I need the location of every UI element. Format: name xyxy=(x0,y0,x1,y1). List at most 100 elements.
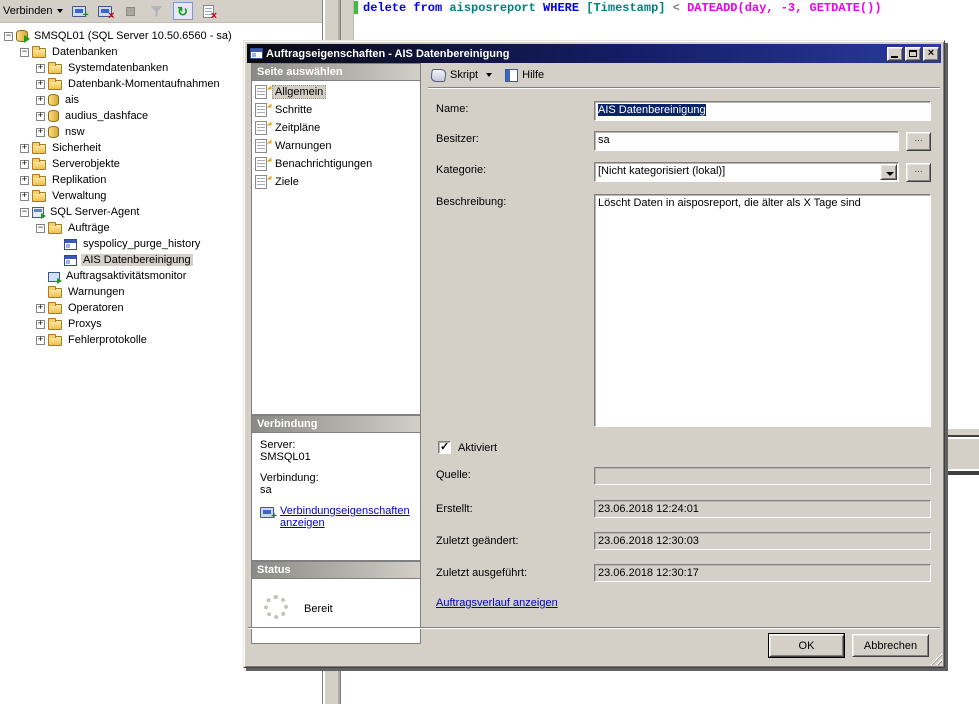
editor-horizontal-splitter-2[interactable] xyxy=(945,439,979,470)
job-history-link[interactable]: Auftragsverlauf anzeigen xyxy=(436,597,558,609)
script-dropdown-icon xyxy=(486,73,492,77)
stop-button[interactable] xyxy=(121,2,141,20)
page-item-ziele[interactable]: Ziele xyxy=(252,173,420,191)
expand-icon[interactable]: + xyxy=(20,160,29,169)
filter-button[interactable] xyxy=(147,2,167,20)
collapse-icon[interactable]: − xyxy=(4,32,13,41)
name-label: Name: xyxy=(436,103,468,115)
expand-icon[interactable]: + xyxy=(36,112,45,121)
tree-item-label: SQL Server-Agent xyxy=(48,206,141,218)
category-select[interactable]: [Nicht kategorisiert (lokal)] xyxy=(594,162,899,182)
folder-icon xyxy=(32,192,46,202)
executed-label: Zuletzt ausgeführt: xyxy=(436,567,527,579)
editor-horizontal-splitter[interactable] xyxy=(945,428,979,437)
expand-icon[interactable]: + xyxy=(20,192,29,201)
expand-icon[interactable]: + xyxy=(36,128,45,137)
owner-label: Besitzer: xyxy=(436,133,479,145)
expand-icon[interactable]: + xyxy=(36,320,45,329)
filter-icon xyxy=(150,6,163,17)
page-item-warnungen[interactable]: Warnungen xyxy=(252,137,420,155)
expand-icon[interactable]: + xyxy=(36,80,45,89)
modified-field: 23.06.2018 12:30:03 xyxy=(594,532,931,550)
connect-server-button[interactable] xyxy=(69,2,89,20)
expand-icon[interactable]: + xyxy=(20,176,29,185)
name-input[interactable]: AIS Datenbereinigung xyxy=(594,101,931,121)
enabled-label: Aktiviert xyxy=(458,442,497,454)
category-label: Kategorie: xyxy=(436,164,486,176)
owner-input[interactable]: sa xyxy=(594,131,899,151)
page-item-label: Warnungen xyxy=(272,139,334,153)
expand-icon[interactable]: + xyxy=(20,144,29,153)
tree-item-label: Proxys xyxy=(66,318,104,330)
enabled-checkbox[interactable] xyxy=(438,441,451,454)
tree-item-label: Operatoren xyxy=(66,302,126,314)
ok-button[interactable]: OK xyxy=(769,634,844,657)
pages-header-label: Seite auswählen xyxy=(257,66,343,78)
page-icon xyxy=(255,175,267,189)
owner-browse-button[interactable]: ... xyxy=(906,132,931,151)
tree-item-label: AIS Datenbereinigung xyxy=(81,254,193,266)
folder-icon xyxy=(48,64,62,74)
executed-field: 23.06.2018 12:30:17 xyxy=(594,564,931,582)
minimize-icon xyxy=(891,56,898,58)
help-icon xyxy=(505,69,518,82)
page-item-schritte[interactable]: Schritte xyxy=(252,101,420,119)
connection-properties-icon xyxy=(260,507,274,518)
tree-item-label: Datenbank-Momentaufnahmen xyxy=(66,78,222,90)
connection-properties-link[interactable]: Verbindungseigenschaften anzeigen xyxy=(280,505,400,529)
status-text: Bereit xyxy=(304,603,333,615)
delete-script-button[interactable] xyxy=(199,2,219,20)
script-button[interactable]: Skript xyxy=(431,69,492,82)
close-button[interactable]: × xyxy=(923,47,939,61)
connect-server-icon xyxy=(72,6,86,17)
help-button[interactable]: Hilfe xyxy=(505,69,544,82)
description-textarea[interactable]: Löscht Daten in aisposreport, die älter … xyxy=(594,194,931,427)
expand-icon[interactable]: + xyxy=(36,336,45,345)
job-icon xyxy=(64,255,77,266)
folder-icon xyxy=(32,160,46,170)
script-label: Skript xyxy=(450,69,478,81)
page-item-label: Allgemein xyxy=(272,85,326,99)
description-label: Beschreibung: xyxy=(436,196,506,208)
collapse-icon[interactable]: − xyxy=(20,208,29,217)
page-item-label: Schritte xyxy=(272,103,315,117)
connection-value: sa xyxy=(260,484,420,496)
disconnect-server-button[interactable] xyxy=(95,2,115,20)
expand-icon[interactable]: + xyxy=(36,64,45,73)
tree-item-label: Serverobjekte xyxy=(50,158,122,170)
folder-icon xyxy=(32,48,46,58)
page-item-zeitpläne[interactable]: Zeitpläne xyxy=(252,119,420,137)
chevron-down-icon xyxy=(57,9,63,13)
category-browse-button[interactable]: ... xyxy=(906,163,931,182)
job-icon xyxy=(64,239,77,250)
minimize-button[interactable] xyxy=(887,47,903,61)
folder-icon xyxy=(48,224,62,234)
refresh-icon: ↻ xyxy=(177,5,188,18)
db-icon xyxy=(48,126,59,138)
maximize-icon xyxy=(909,50,917,57)
resize-grip[interactable] xyxy=(929,652,942,665)
expand-icon[interactable]: + xyxy=(36,304,45,313)
category-dropdown-icon[interactable] xyxy=(880,164,897,180)
job-icon xyxy=(250,48,263,59)
cancel-button[interactable]: Abbrechen xyxy=(852,634,929,657)
close-icon: × xyxy=(928,48,934,59)
page-item-allgemein[interactable]: Allgemein xyxy=(252,83,420,101)
server-icon xyxy=(16,30,28,42)
connect-label: Verbinden xyxy=(3,5,53,17)
server-label: Server: xyxy=(260,439,420,451)
collapse-icon[interactable]: − xyxy=(36,224,45,233)
connect-dropdown[interactable]: Verbinden xyxy=(3,5,63,17)
dialog-titlebar[interactable]: Auftragseigenschaften - AIS Datenbereini… xyxy=(247,44,941,63)
editor-splitter-shadow xyxy=(945,471,979,475)
folder-icon xyxy=(48,288,62,298)
refresh-button[interactable]: ↻ xyxy=(173,2,193,20)
collapse-icon[interactable]: − xyxy=(20,48,29,57)
maximize-button[interactable] xyxy=(905,47,921,61)
tree-item-label: nsw xyxy=(63,126,87,138)
folder-icon xyxy=(48,80,62,90)
tree-item-label: ais xyxy=(63,94,81,106)
expand-icon[interactable]: + xyxy=(36,96,45,105)
tree-item-label: audius_dashface xyxy=(63,110,150,122)
page-item-benachrichtigungen[interactable]: Benachrichtigungen xyxy=(252,155,420,173)
